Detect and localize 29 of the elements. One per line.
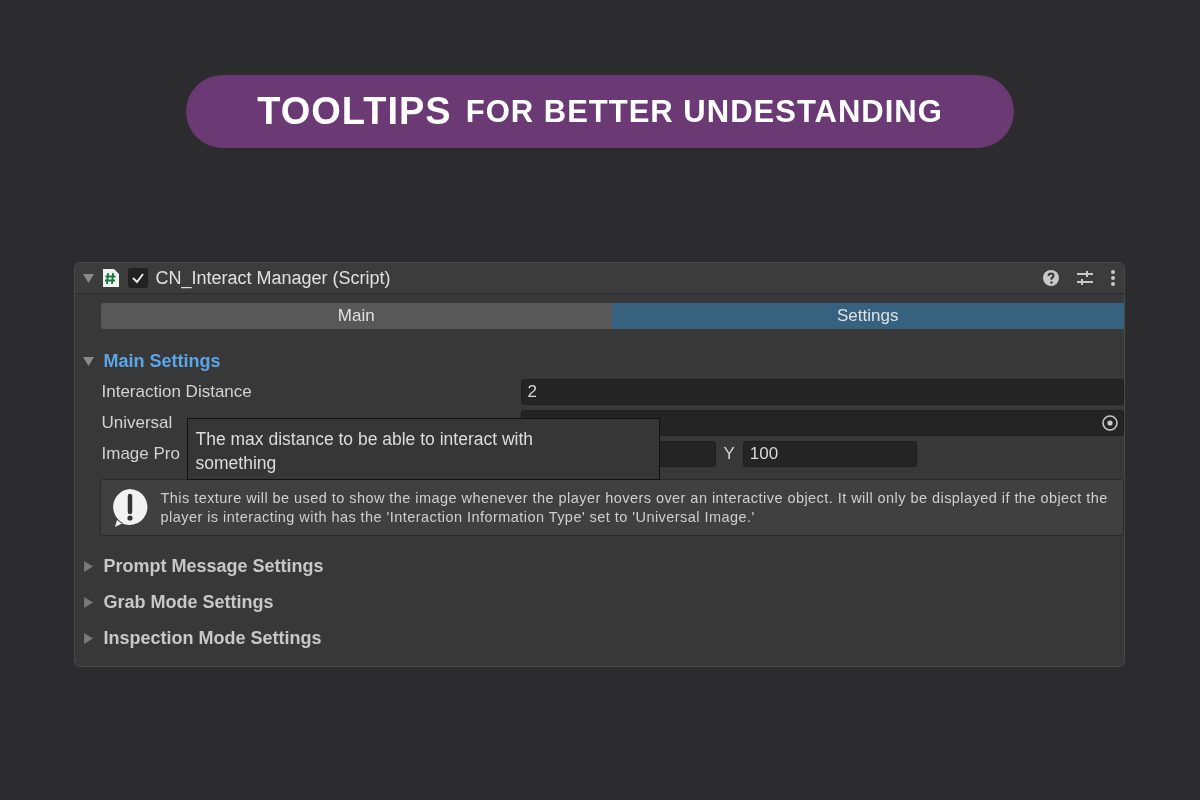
field-label: Universal (101, 412, 174, 433)
help-icon[interactable] (1041, 269, 1060, 287)
collapsed-triangle-icon[interactable] (82, 596, 94, 608)
section-foldout[interactable]: Prompt Message Settings (103, 555, 324, 577)
tab[interactable]: Settings (612, 303, 1124, 329)
number-field[interactable]: 2 (520, 378, 1124, 405)
section-foldout[interactable]: Grab Mode Settings (103, 591, 274, 613)
section-foldout[interactable]: Main Settings (103, 350, 221, 372)
collapsed-triangle-icon[interactable] (82, 560, 94, 572)
settings-sliders-icon[interactable] (1075, 269, 1094, 287)
expanded-triangle-icon[interactable] (82, 272, 94, 284)
banner-title: FOR BETTER UNDESTANDING (465, 93, 943, 130)
field-label: Image Pro (101, 443, 181, 464)
banner-title-bold: TOOLTIPS (257, 90, 452, 133)
help-text: This texture will be used to show the image whenever the player hovers over an interactive object. It will only be displayed if the object the player is interacting with has the 'Interaction Information Type' set to 'Universal Image.' (160, 488, 1109, 527)
y-field[interactable]: 100 (742, 440, 917, 467)
tab[interactable]: Main (100, 303, 612, 329)
y-label: Y (723, 443, 735, 464)
enable-checkbox[interactable] (127, 268, 148, 288)
component-title: CN_Interact Manager (Script) (155, 267, 392, 289)
target-picker-icon[interactable] (1100, 413, 1119, 432)
script-file-icon (101, 268, 120, 288)
collapsed-triangle-icon[interactable] (82, 632, 94, 644)
more-menu-icon[interactable] (1109, 269, 1116, 287)
tooltip-text: The max distance to be able to interact with something (195, 428, 535, 475)
expanded-triangle-icon[interactable] (82, 355, 94, 367)
checkmark-icon (130, 271, 145, 285)
section-foldout[interactable]: Inspection Mode Settings (103, 627, 322, 649)
field-label: Interaction Distance (101, 381, 253, 402)
